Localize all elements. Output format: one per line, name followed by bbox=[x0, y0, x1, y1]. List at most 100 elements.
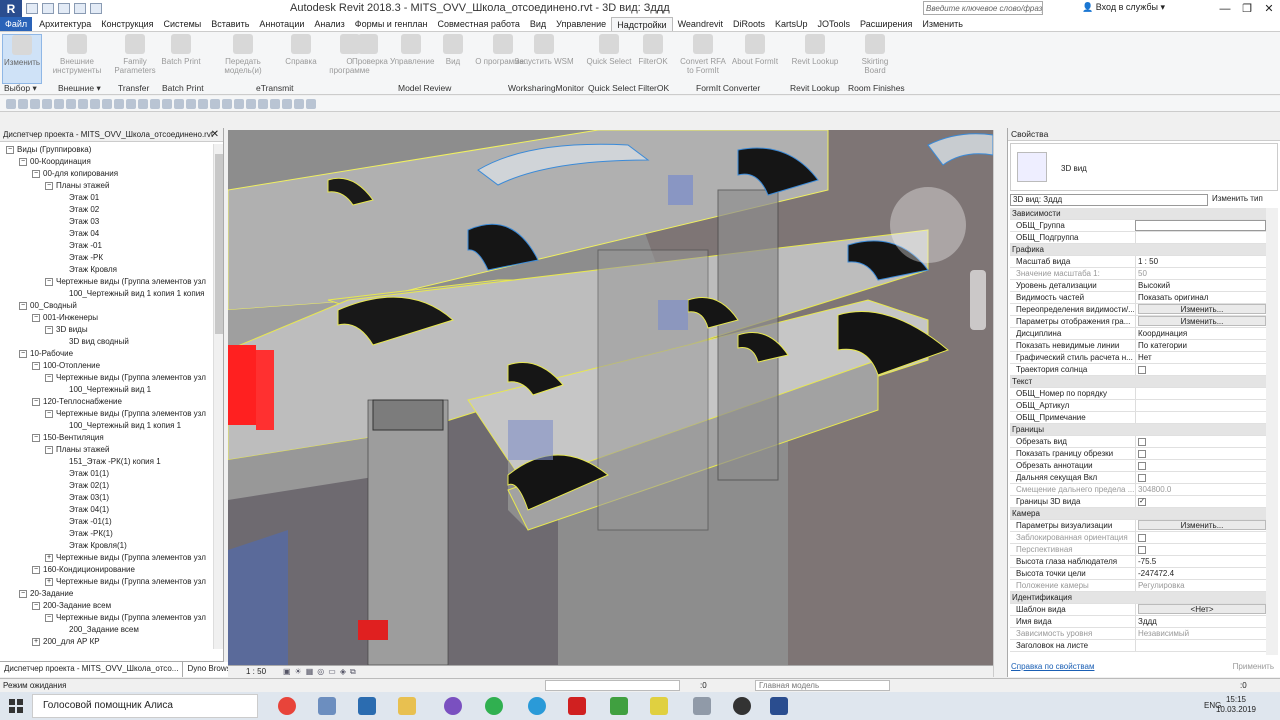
ribbon-button-16[interactable]: Revit Lookup bbox=[790, 34, 840, 66]
tree-node[interactable]: − Чертежные виды (Группа элементов узл bbox=[45, 408, 206, 420]
viber-icon[interactable] bbox=[444, 697, 462, 715]
toolbar-icon[interactable] bbox=[234, 99, 244, 109]
property-value[interactable]: Показать оригинал bbox=[1135, 292, 1266, 303]
toolbar-icon[interactable] bbox=[210, 99, 220, 109]
ribbon-button-4[interactable]: Передать модель(и) bbox=[206, 34, 280, 75]
tab-11[interactable]: Надстройки bbox=[611, 17, 673, 31]
tree-node[interactable]: −20-Задание bbox=[19, 588, 73, 600]
tab-9[interactable]: Вид bbox=[525, 17, 551, 31]
ribbon-button-0[interactable]: Изменить bbox=[2, 34, 42, 84]
tree-node[interactable]: Этаж 04(1) bbox=[58, 504, 109, 516]
tree-node[interactable]: Этаж 03 bbox=[58, 216, 99, 228]
tree-node[interactable]: −001-Инженеры bbox=[32, 312, 98, 324]
tab-13[interactable]: DiRoots bbox=[728, 17, 770, 31]
expand-toggle-icon[interactable]: − bbox=[45, 613, 53, 622]
ribbon-button-7[interactable]: Проверка bbox=[352, 34, 388, 66]
property-value[interactable] bbox=[1135, 436, 1266, 447]
toolbar-icon[interactable] bbox=[294, 99, 304, 109]
toolbar-icon[interactable] bbox=[54, 99, 64, 109]
ribbon-button-17[interactable]: Skirting Board bbox=[855, 34, 895, 75]
tab-15[interactable]: JOTools bbox=[812, 17, 855, 31]
tree-node[interactable]: Этаж 02(1) bbox=[58, 480, 109, 492]
property-value[interactable]: -247472.4 bbox=[1135, 568, 1266, 579]
tab-6[interactable]: Анализ bbox=[309, 17, 349, 31]
ribbon-panel-3[interactable]: Batch Print bbox=[162, 83, 204, 93]
signin-button[interactable]: 👤 Вход в службы ▾ bbox=[1082, 2, 1165, 13]
ribbon-panel-8[interactable]: FilterOK bbox=[638, 83, 669, 93]
acrobat-icon[interactable] bbox=[568, 697, 586, 715]
ribbon-panel-6[interactable]: WorksharingMonitor bbox=[508, 83, 584, 93]
property-value[interactable] bbox=[1135, 532, 1266, 543]
ribbon-panel-1[interactable]: Внешние ▾ bbox=[58, 83, 101, 94]
property-group-header[interactable]: Зависимости bbox=[1010, 208, 1266, 220]
3d-viewport[interactable] bbox=[228, 130, 993, 665]
toolbar-icon[interactable] bbox=[6, 99, 16, 109]
property-group-header[interactable]: Текст bbox=[1010, 376, 1266, 388]
ribbon-panel-2[interactable]: Transfer bbox=[118, 83, 149, 93]
revit-logo[interactable]: R bbox=[0, 0, 22, 17]
edit-button[interactable]: Изменить... bbox=[1138, 520, 1266, 530]
redo-icon[interactable] bbox=[74, 3, 86, 14]
tree-node[interactable]: −200-Задание всем bbox=[32, 600, 111, 612]
toolbar-icon[interactable] bbox=[42, 99, 52, 109]
toolbar-icon[interactable] bbox=[90, 99, 100, 109]
tree-node[interactable]: −10-Рабочие bbox=[19, 348, 73, 360]
tab-17[interactable]: Изменить bbox=[917, 17, 968, 31]
tree-node[interactable]: + Чертежные виды (Группа элементов узл bbox=[45, 552, 206, 564]
tab-0[interactable]: Файл bbox=[0, 17, 33, 31]
viewport-scrollbar[interactable] bbox=[993, 130, 1004, 677]
toolbar-icon[interactable] bbox=[222, 99, 232, 109]
toolbar-icon[interactable] bbox=[162, 99, 172, 109]
project-browser-scrollbar[interactable] bbox=[213, 144, 223, 649]
tree-node[interactable]: Этаж -01 bbox=[58, 240, 102, 252]
viewcube[interactable] bbox=[890, 187, 966, 263]
properties-scrollbar[interactable] bbox=[1266, 208, 1278, 655]
windows-start-icon[interactable] bbox=[0, 692, 32, 720]
checkbox[interactable] bbox=[1138, 449, 1146, 458]
toolbar-icon[interactable] bbox=[258, 99, 268, 109]
utorrent-icon[interactable] bbox=[610, 697, 628, 715]
maximize-icon[interactable]: ❐ bbox=[1236, 0, 1258, 17]
expand-toggle-icon[interactable]: + bbox=[32, 637, 40, 646]
chrome-icon[interactable] bbox=[278, 697, 296, 715]
property-value[interactable]: Регулировка bbox=[1135, 580, 1266, 591]
view-control-icons[interactable]: ▣☀▦◎▭◈⧉ bbox=[283, 667, 360, 677]
expand-toggle-icon[interactable]: − bbox=[19, 349, 27, 358]
tree-node[interactable]: Этаж 01(1) bbox=[58, 468, 109, 480]
toolbar-icon[interactable] bbox=[114, 99, 124, 109]
property-value[interactable] bbox=[1135, 448, 1266, 459]
tree-node[interactable]: −00-Координация bbox=[19, 156, 91, 168]
property-value[interactable]: Высокий bbox=[1135, 280, 1266, 291]
expand-toggle-icon[interactable]: − bbox=[32, 433, 40, 442]
voice-assistant-search[interactable]: Голосовой помощник Алиса bbox=[32, 694, 258, 718]
expand-toggle-icon[interactable]: − bbox=[32, 397, 40, 406]
toolbar-icon[interactable] bbox=[306, 99, 316, 109]
3d-model-canvas[interactable] bbox=[228, 130, 993, 665]
tree-node[interactable]: 200_Задание всем bbox=[58, 624, 139, 636]
property-value[interactable] bbox=[1135, 364, 1266, 375]
tab-14[interactable]: KartsUp bbox=[770, 17, 813, 31]
tab-7[interactable]: Формы и генплан bbox=[350, 17, 433, 31]
ribbon-button-15[interactable]: About FormIt bbox=[730, 34, 780, 66]
properties-help-link[interactable]: Справка по свойствам bbox=[1011, 662, 1094, 671]
ribbon-button-2[interactable]: Family Parameters bbox=[114, 34, 156, 75]
tree-node[interactable]: 151_Этаж -РК(1) копия 1 bbox=[58, 456, 161, 468]
tree-node[interactable]: Этаж -РК(1) bbox=[58, 528, 113, 540]
explorer-icon[interactable] bbox=[693, 697, 711, 715]
property-value[interactable]: Изменить... bbox=[1135, 316, 1266, 327]
open-icon[interactable] bbox=[26, 3, 38, 14]
tree-node[interactable]: − Чертежные виды (Группа элементов узл bbox=[45, 612, 206, 624]
clock[interactable]: 15:15 10.03.2019 bbox=[1216, 695, 1256, 715]
ribbon-button-14[interactable]: Convert RFA to FormIt bbox=[678, 34, 728, 75]
floppy-icon[interactable] bbox=[358, 697, 376, 715]
ribbon-panel-7[interactable]: Quick Select bbox=[588, 83, 636, 93]
property-value[interactable]: 1 : 50 bbox=[1135, 256, 1266, 267]
property-value[interactable]: <Нет> bbox=[1135, 604, 1266, 615]
property-value[interactable]: Нет bbox=[1135, 352, 1266, 363]
tree-node[interactable]: 100_Чертежный вид 1 bbox=[58, 384, 151, 396]
tree-node[interactable]: −100-Отопление bbox=[32, 360, 100, 372]
edit-button[interactable]: Изменить... bbox=[1138, 304, 1266, 314]
view-scale[interactable]: 1 : 50 bbox=[246, 667, 266, 676]
expand-toggle-icon[interactable]: − bbox=[32, 313, 40, 322]
close-icon[interactable]: ✕ bbox=[211, 129, 219, 140]
